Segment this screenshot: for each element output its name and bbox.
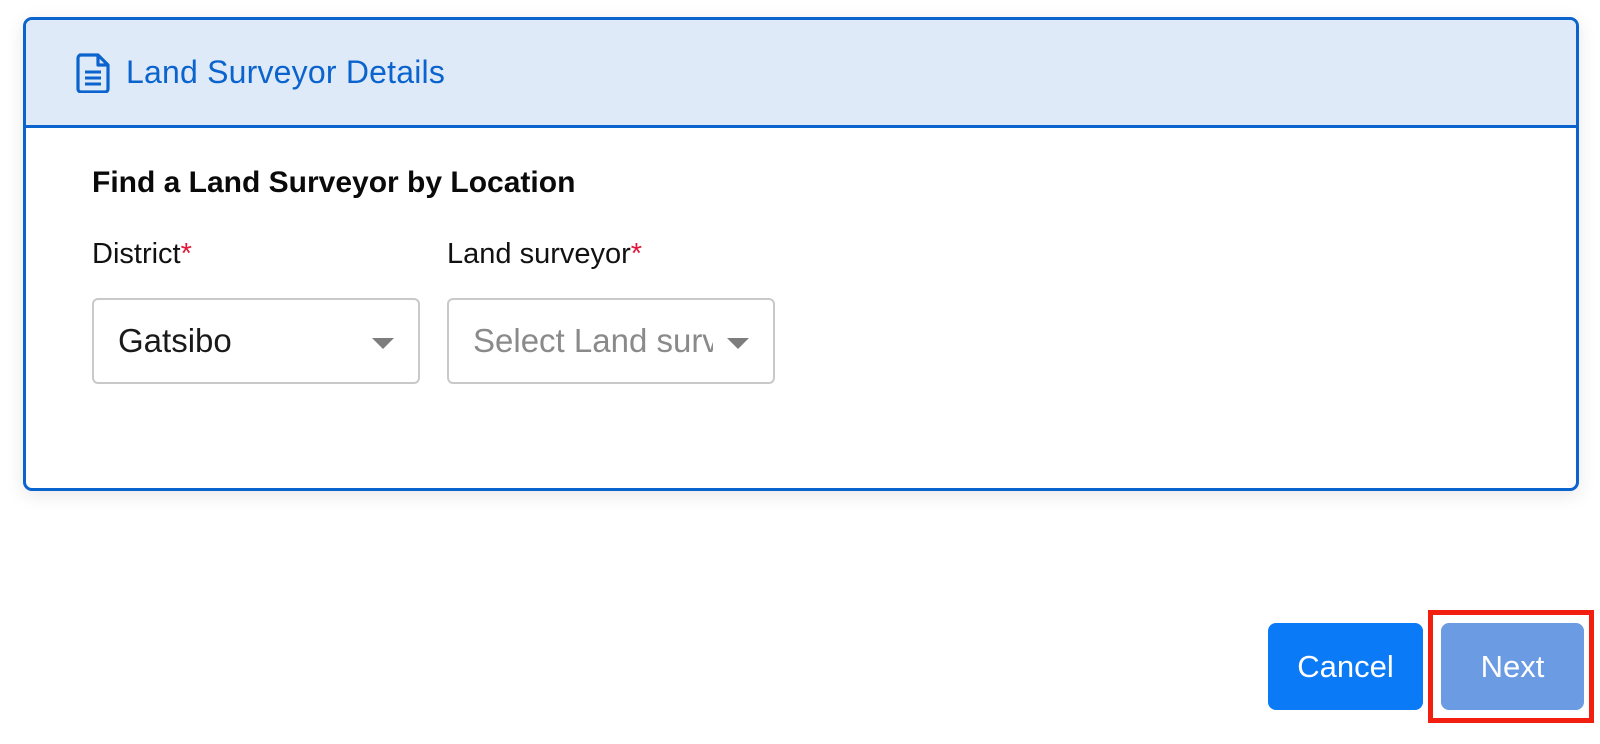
card-header: Land Surveyor Details [26, 20, 1576, 128]
land-surveyor-details-card: Land Surveyor Details Find a Land Survey… [23, 17, 1579, 491]
card-body: Find a Land Surveyor by Location Distric… [26, 128, 1576, 488]
district-select-value: Gatsibo [118, 322, 232, 359]
card-title: Land Surveyor Details [126, 54, 446, 90]
next-button[interactable]: Next [1441, 623, 1584, 710]
chevron-down-icon [372, 338, 394, 349]
district-select[interactable]: Gatsibo [92, 298, 420, 384]
land-surveyor-label: Land surveyor* [447, 238, 642, 271]
required-asterisk: * [630, 238, 643, 270]
district-label: District* [92, 238, 192, 271]
land-surveyor-label-text: Land surveyor [447, 238, 631, 270]
land-surveyor-select-placeholder: Select Land surveyor [473, 322, 713, 359]
document-icon [74, 52, 112, 93]
chevron-down-icon [727, 338, 749, 349]
cancel-button[interactable]: Cancel [1268, 623, 1423, 710]
district-label-text: District [92, 238, 181, 270]
required-asterisk: * [180, 238, 192, 270]
section-heading: Find a Land Surveyor by Location [92, 166, 576, 199]
land-surveyor-select[interactable]: Select Land surveyor [447, 298, 775, 384]
